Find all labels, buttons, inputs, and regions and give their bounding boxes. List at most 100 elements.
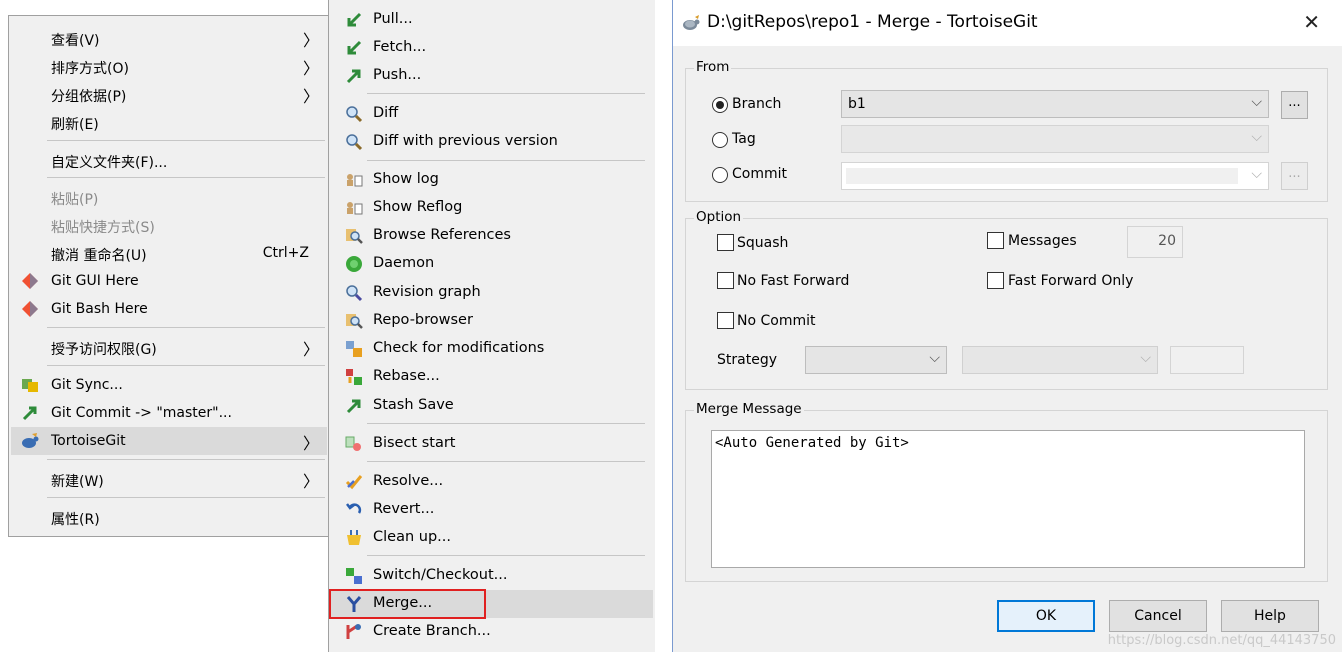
bisect-icon [345, 435, 363, 453]
context-menu-item[interactable]: 新建(W) 〉 [11, 465, 327, 493]
cleanup-icon [345, 529, 363, 547]
context-menu-item[interactable]: 查看(V) 〉 [11, 24, 327, 52]
context-menu-item: 粘贴(P) [11, 183, 327, 211]
branch-combo[interactable]: b1 ⌵ [841, 90, 1269, 118]
context-menu-item[interactable]: TortoiseGit 〉 [11, 427, 327, 455]
context-menu-item[interactable]: 自定义文件夹(F)... [11, 146, 327, 174]
tortoisegit-menu-item[interactable]: Daemon [331, 250, 653, 278]
context-menu-item[interactable]: 授予访问权限(G) 〉 [11, 333, 327, 361]
tortoisegit-menu-item-label: Resolve... [373, 473, 444, 489]
tortoisegit-menu-item[interactable]: Show log [331, 166, 653, 194]
tortoisegit-menu-item[interactable]: Fetch... [331, 34, 653, 62]
no-fast-forward-label: No Fast Forward [737, 273, 850, 289]
context-menu-item[interactable]: 撤消 重命名(U) Ctrl+Z [11, 239, 327, 267]
context-menu-item-label: 自定义文件夹(F)... [51, 155, 168, 171]
branch-radio[interactable] [712, 97, 728, 113]
tortoisegit-menu-item[interactable]: Rebase... [331, 363, 653, 391]
tortoisegit-menu-item[interactable]: Push... [331, 62, 653, 90]
context-menu-item[interactable]: Git GUI Here [11, 267, 327, 295]
tag-combo[interactable]: ⌵ [841, 125, 1269, 153]
chevron-down-icon: ⌵ [1140, 350, 1151, 366]
branch-label: Branch [732, 96, 782, 112]
chevron-right-icon: 〉 [302, 434, 319, 453]
tortoisegit-menu-item-label: Diff [373, 105, 399, 121]
from-group-label: From [694, 59, 732, 75]
explorer-context-menu: 查看(V) 〉排序方式(O) 〉分组依据(P) 〉刷新(E) 自定义文件夹(F)... 粘… [8, 15, 330, 537]
context-menu-item: 粘贴快捷方式(S) [11, 211, 327, 239]
chevron-right-icon: 〉 [302, 87, 319, 106]
no-fast-forward-checkbox[interactable] [717, 272, 734, 289]
tortoisegit-menu-item-label: Show Reflog [373, 199, 463, 215]
tortoisegit-menu-item[interactable]: Create Branch... [331, 618, 653, 646]
help-button[interactable]: Help [1221, 600, 1319, 632]
branch-browse-button[interactable]: ... [1281, 91, 1308, 119]
messages-checkbox[interactable] [987, 232, 1004, 249]
commit-radio[interactable] [712, 167, 728, 183]
tortoisegit-menu-item[interactable]: Bisect start [331, 430, 653, 458]
context-menu-item-label: 查看(V) [51, 33, 100, 49]
tortoisegit-submenu: Pull... Fetch... Push... Diff Diff with prev… [328, 0, 655, 652]
no-commit-checkbox[interactable] [717, 312, 734, 329]
fast-forward-only-checkbox[interactable] [987, 272, 1004, 289]
tag-radio[interactable] [712, 132, 728, 148]
context-menu-item[interactable]: 分组依据(P) 〉 [11, 80, 327, 108]
branch-value: b1 [848, 96, 866, 112]
menu-separator [367, 93, 645, 94]
tortoisegit-menu-item[interactable]: Pull... [331, 6, 653, 34]
rebase-icon [345, 368, 363, 386]
strategy-option-combo[interactable]: ⌵ [962, 346, 1158, 374]
tortoisegit-menu-item-label: Check for modifications [373, 340, 545, 356]
context-menu-item[interactable]: Git Sync... [11, 371, 327, 399]
chevron-down-icon: ⌵ [1251, 166, 1262, 182]
repo-browser-icon [345, 312, 363, 330]
commit-combo[interactable]: ⌵ [841, 162, 1269, 190]
git-diamond-icon [21, 272, 39, 290]
stash-icon [345, 397, 363, 415]
context-menu-item[interactable]: 属性(R) [11, 503, 327, 531]
tortoisegit-menu-item[interactable]: Browse References [331, 222, 653, 250]
context-menu-item-label: Git Bash Here [51, 301, 148, 317]
tortoisegit-menu-item[interactable]: Check for modifications [331, 335, 653, 363]
git-sync-icon [21, 376, 39, 394]
tortoisegit-menu-item[interactable]: Switch/Checkout... [331, 562, 653, 590]
tortoisegit-menu-item-label: Stash Save [373, 397, 454, 413]
messages-count-field[interactable]: 20 [1127, 226, 1183, 258]
context-menu-item[interactable]: 排序方式(O) 〉 [11, 52, 327, 80]
show-log-icon [345, 171, 363, 189]
ok-button[interactable]: OK [997, 600, 1095, 632]
context-menu-item-label: 粘贴快捷方式(S) [51, 220, 155, 236]
tortoisegit-menu-item[interactable]: Repo-browser [331, 307, 653, 335]
tortoisegit-menu-item[interactable]: Diff with previous version [331, 128, 653, 156]
tortoisegit-menu-item-label: Repo-browser [373, 312, 473, 328]
git-diamond-icon [21, 300, 39, 318]
context-menu-item[interactable]: Git Bash Here [11, 295, 327, 323]
tortoisegit-menu-item[interactable]: Revert... [331, 496, 653, 524]
cancel-button[interactable]: Cancel [1109, 600, 1207, 632]
close-icon[interactable]: ✕ [1303, 10, 1320, 34]
context-menu-item[interactable]: 刷新(E) [11, 108, 327, 136]
no-commit-label: No Commit [737, 313, 816, 329]
tortoisegit-app-icon [683, 15, 700, 30]
tortoisegit-menu-item[interactable]: Show Reflog [331, 194, 653, 222]
daemon-icon [345, 255, 363, 273]
tortoisegit-menu-item-label: Create Branch... [373, 623, 491, 639]
commit-label: Commit [732, 166, 787, 182]
context-menu-item-label: 属性(R) [51, 512, 100, 528]
merge-message-textarea[interactable]: <Auto Generated by Git> [711, 430, 1305, 568]
strategy-param-field[interactable] [1170, 346, 1244, 374]
resolve-icon [345, 473, 363, 491]
tortoisegit-menu-item[interactable]: Clean up... [331, 524, 653, 552]
context-menu-item-label: TortoiseGit [51, 433, 126, 449]
commit-browse-button[interactable]: ... [1281, 162, 1308, 190]
strategy-combo[interactable]: ⌵ [805, 346, 947, 374]
tortoisegit-menu-item[interactable]: Diff [331, 100, 653, 128]
tortoisegit-menu-item[interactable]: Revision graph [331, 279, 653, 307]
tortoisegit-menu-item-label: Diff with previous version [373, 133, 558, 149]
squash-checkbox[interactable] [717, 234, 734, 251]
tortoisegit-menu-item-label: Show log [373, 171, 439, 187]
context-menu-item-label: Git Commit -> "master"... [51, 405, 232, 421]
context-menu-item[interactable]: Git Commit -> "master"... [11, 399, 327, 427]
tortoisegit-menu-item[interactable]: Resolve... [331, 468, 653, 496]
shortcut-label: Ctrl+Z [262, 245, 309, 261]
tortoisegit-menu-item[interactable]: Stash Save [331, 392, 653, 420]
